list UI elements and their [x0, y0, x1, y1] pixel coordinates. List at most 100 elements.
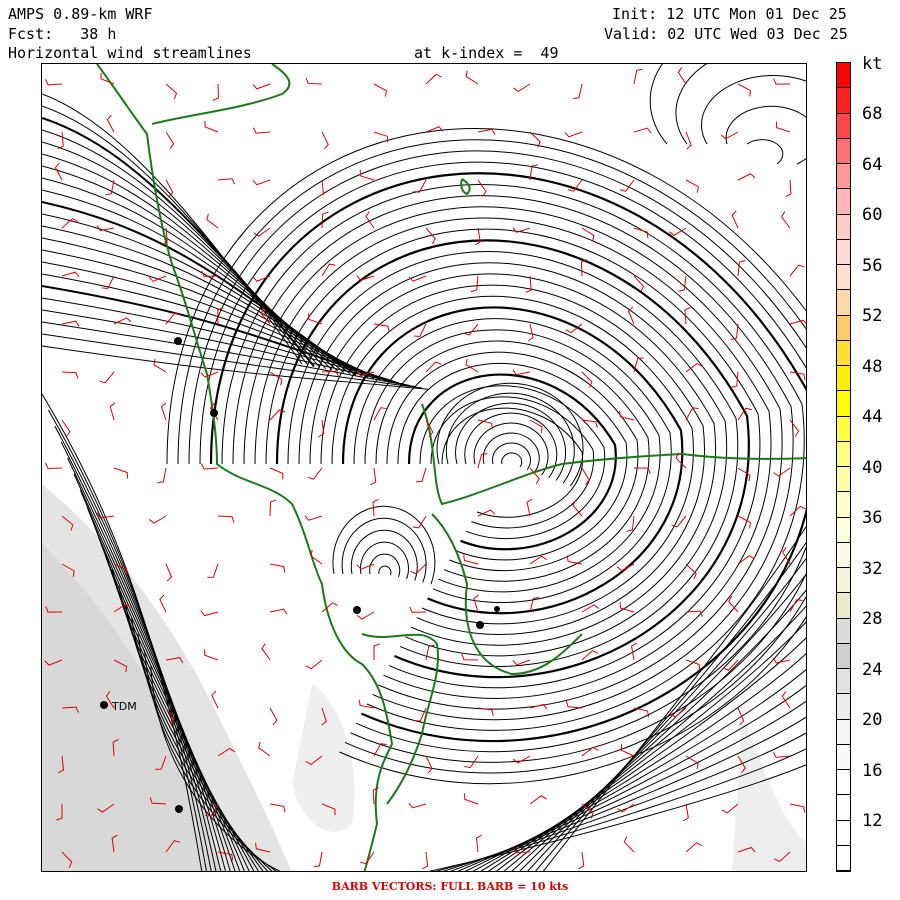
- streamline: [320, 284, 705, 635]
- wind-barb: [465, 70, 479, 85]
- wind-barb: [464, 793, 479, 805]
- colorbar-segment: [837, 88, 850, 114]
- wind-barb: [410, 563, 427, 575]
- wind-barb: [360, 851, 375, 865]
- wind-barb: [252, 83, 271, 90]
- wind-barb: [512, 659, 531, 666]
- wind-barb: [258, 741, 271, 757]
- wind-barb: [529, 795, 547, 805]
- station-marker: [494, 606, 500, 612]
- wind-barb: [160, 402, 167, 421]
- wind-barb: [572, 83, 583, 100]
- wind-barb: [477, 453, 488, 469]
- colorbar-segment: [837, 694, 850, 720]
- wind-barb: [313, 851, 323, 868]
- wind-barb: [513, 83, 531, 93]
- wind-barb: [408, 802, 427, 809]
- colorbar-label: 32: [862, 558, 883, 579]
- colorbar-segment: [837, 290, 850, 316]
- wind-barb: [269, 707, 278, 726]
- wind-barb: [204, 649, 219, 661]
- barb-legend: BARB VECTORS: FULL BARB = 10 kts: [331, 880, 569, 893]
- wind-barb: [773, 78, 791, 85]
- wind-barb: [685, 131, 692, 150]
- wind-barb: [775, 121, 791, 133]
- wind-barb: [529, 419, 543, 433]
- wind-barb: [269, 608, 288, 615]
- streamline: [441, 407, 583, 518]
- wind-barb: [408, 275, 427, 282]
- wind-barb: [682, 803, 689, 822]
- wind-barb: [217, 178, 236, 185]
- colorbar-label: 60: [862, 205, 883, 225]
- wind-barb: [269, 409, 286, 421]
- wind-barb: [475, 834, 483, 853]
- streamline: [386, 351, 639, 571]
- wind-barb: [564, 131, 583, 138]
- wind-barb: [772, 751, 791, 758]
- colorbar-label: 52: [862, 306, 883, 326]
- wind-barb: [721, 803, 739, 814]
- colorbar-segment: [837, 845, 850, 871]
- wind-barb: [789, 419, 800, 437]
- station-marker-tdm: [100, 701, 108, 709]
- wind-barb: [96, 225, 115, 232]
- wind-barb: [269, 803, 286, 813]
- wind-barb: [212, 83, 220, 101]
- wind-barb: [525, 275, 532, 294]
- wind-barb: [373, 83, 387, 97]
- wind-barb: [477, 419, 493, 430]
- colorbar-segment: [837, 315, 850, 341]
- init-time: Init: 12 UTC Mon 01 Dec 25: [612, 5, 847, 23]
- colorbar-label: 28: [862, 609, 883, 629]
- wind-barb: [204, 120, 219, 133]
- colorbar-segment: [837, 744, 850, 770]
- wind-barb: [789, 319, 806, 325]
- colorbar-label: 20: [862, 710, 883, 730]
- colorbar-segment: [837, 366, 850, 392]
- wind-barb: [252, 127, 271, 134]
- colorbar-segment: [837, 492, 850, 518]
- station-marker: [174, 337, 182, 345]
- colorbar-segment: [837, 820, 850, 846]
- colorbar-unit: kt: [862, 54, 883, 74]
- wind-barb: [153, 358, 167, 373]
- colorbar-label: 68: [862, 104, 883, 124]
- wind-barb: [684, 306, 691, 325]
- wind-barb: [269, 499, 277, 517]
- streamline: [746, 139, 784, 165]
- colorbar-label: 36: [862, 508, 883, 528]
- wind-barb: [474, 227, 481, 246]
- wind-barb: [304, 515, 323, 521]
- valid-time: Valid: 02 UTC Wed 03 Dec 25: [604, 25, 848, 43]
- wind-barb: [529, 703, 548, 710]
- colorbar-segment: [837, 63, 850, 89]
- streamline: [445, 392, 575, 484]
- forecast-hour: Fcst: 38 h: [8, 25, 117, 43]
- wind-barb: [165, 83, 178, 100]
- colorbar-label: 44: [862, 407, 883, 427]
- streamline: [275, 239, 750, 679]
- wind-barb: [61, 271, 80, 278]
- colorbar-label: 12: [862, 811, 883, 831]
- wind-barb: [207, 563, 219, 578]
- wind-barb: [623, 836, 635, 853]
- wind-barb: [581, 227, 595, 242]
- colorbar-label: 16: [862, 760, 883, 781]
- wind-barb: [45, 462, 63, 470]
- level-label: at k-index = 49: [414, 44, 559, 62]
- wind-barb: [165, 563, 173, 582]
- streamline: [298, 262, 728, 657]
- streamline-map[interactable]: TDM: [41, 63, 807, 872]
- wind-barb: [789, 264, 805, 277]
- colorbar-label: 40: [862, 457, 883, 478]
- wind-barb: [526, 498, 533, 517]
- colorbar-segment: [837, 391, 850, 417]
- colorbar-label: 24: [862, 659, 883, 680]
- wind-barb: [473, 594, 479, 613]
- wind-barb: [252, 179, 271, 186]
- colorbar-segment: [837, 340, 850, 366]
- wind-barb: [422, 851, 429, 870]
- colorbar-segment: [837, 669, 850, 695]
- wind-barb: [730, 323, 739, 340]
